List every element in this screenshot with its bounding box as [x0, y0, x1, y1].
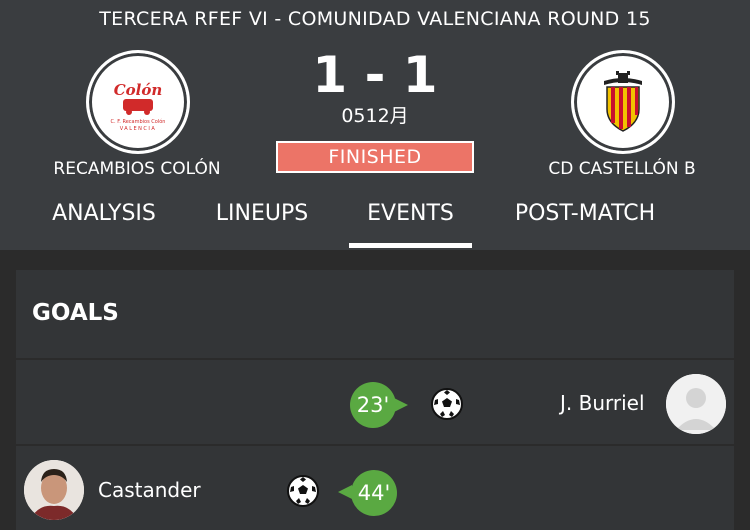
away-team-name[interactable]: CD CASTELLÓN B [512, 159, 732, 179]
home-team-logo[interactable]: Colón C. F. Recambios Colón VALENCIA [86, 50, 190, 154]
divider [16, 358, 734, 360]
match-status-badge: FINISHED [276, 141, 474, 173]
soccer-ball-icon [287, 475, 319, 507]
tab-lineups[interactable]: LINEUPS [212, 196, 312, 248]
avatar[interactable] [666, 374, 726, 434]
tab-events[interactable]: EVENTS [349, 196, 472, 248]
goal-scorer-name[interactable]: J. Burriel [560, 391, 645, 415]
tab-post-match[interactable]: POST-MATCH [506, 196, 664, 248]
tab-analysis[interactable]: ANALYSIS [48, 196, 160, 248]
castellon-crest-icon [604, 71, 642, 132]
match-date: 0512月 [341, 105, 409, 127]
home-logo-text: Colón [114, 81, 163, 99]
goal-scorer-name[interactable]: Castander [98, 478, 201, 502]
goal-minute-badge: 23' [350, 382, 396, 428]
minute-pointer [394, 398, 408, 412]
goals-card: GOALS 23' J. Burriel Castander 44' [16, 270, 734, 530]
home-crest-icon: Colón C. F. Recambios Colón VALENCIA [111, 81, 166, 132]
competition-title: TERCERA RFEF VI - COMUNIDAD VALENCIANA R… [99, 8, 651, 30]
home-logo-city: VALENCIA [120, 126, 157, 132]
player-photo [24, 460, 84, 520]
player-placeholder-icon [666, 374, 726, 434]
goals-section-title: GOALS [32, 300, 119, 326]
soccer-ball-icon [431, 388, 463, 420]
match-header: TERCERA RFEF VI - COMUNIDAD VALENCIANA R… [0, 0, 750, 250]
goal-minute-badge: 44' [351, 470, 397, 516]
home-logo-subtext: C. F. Recambios Colón [111, 118, 166, 125]
minute-pointer [338, 485, 352, 499]
avatar[interactable] [24, 460, 84, 520]
match-tabs: ANALYSIS LINEUPS EVENTS POST-MATCH [0, 196, 750, 250]
away-team-logo[interactable] [571, 50, 675, 154]
divider [16, 444, 734, 446]
home-team-name[interactable]: RECAMBIOS COLÓN [27, 159, 247, 179]
match-score: 1 - 1 [312, 46, 438, 104]
